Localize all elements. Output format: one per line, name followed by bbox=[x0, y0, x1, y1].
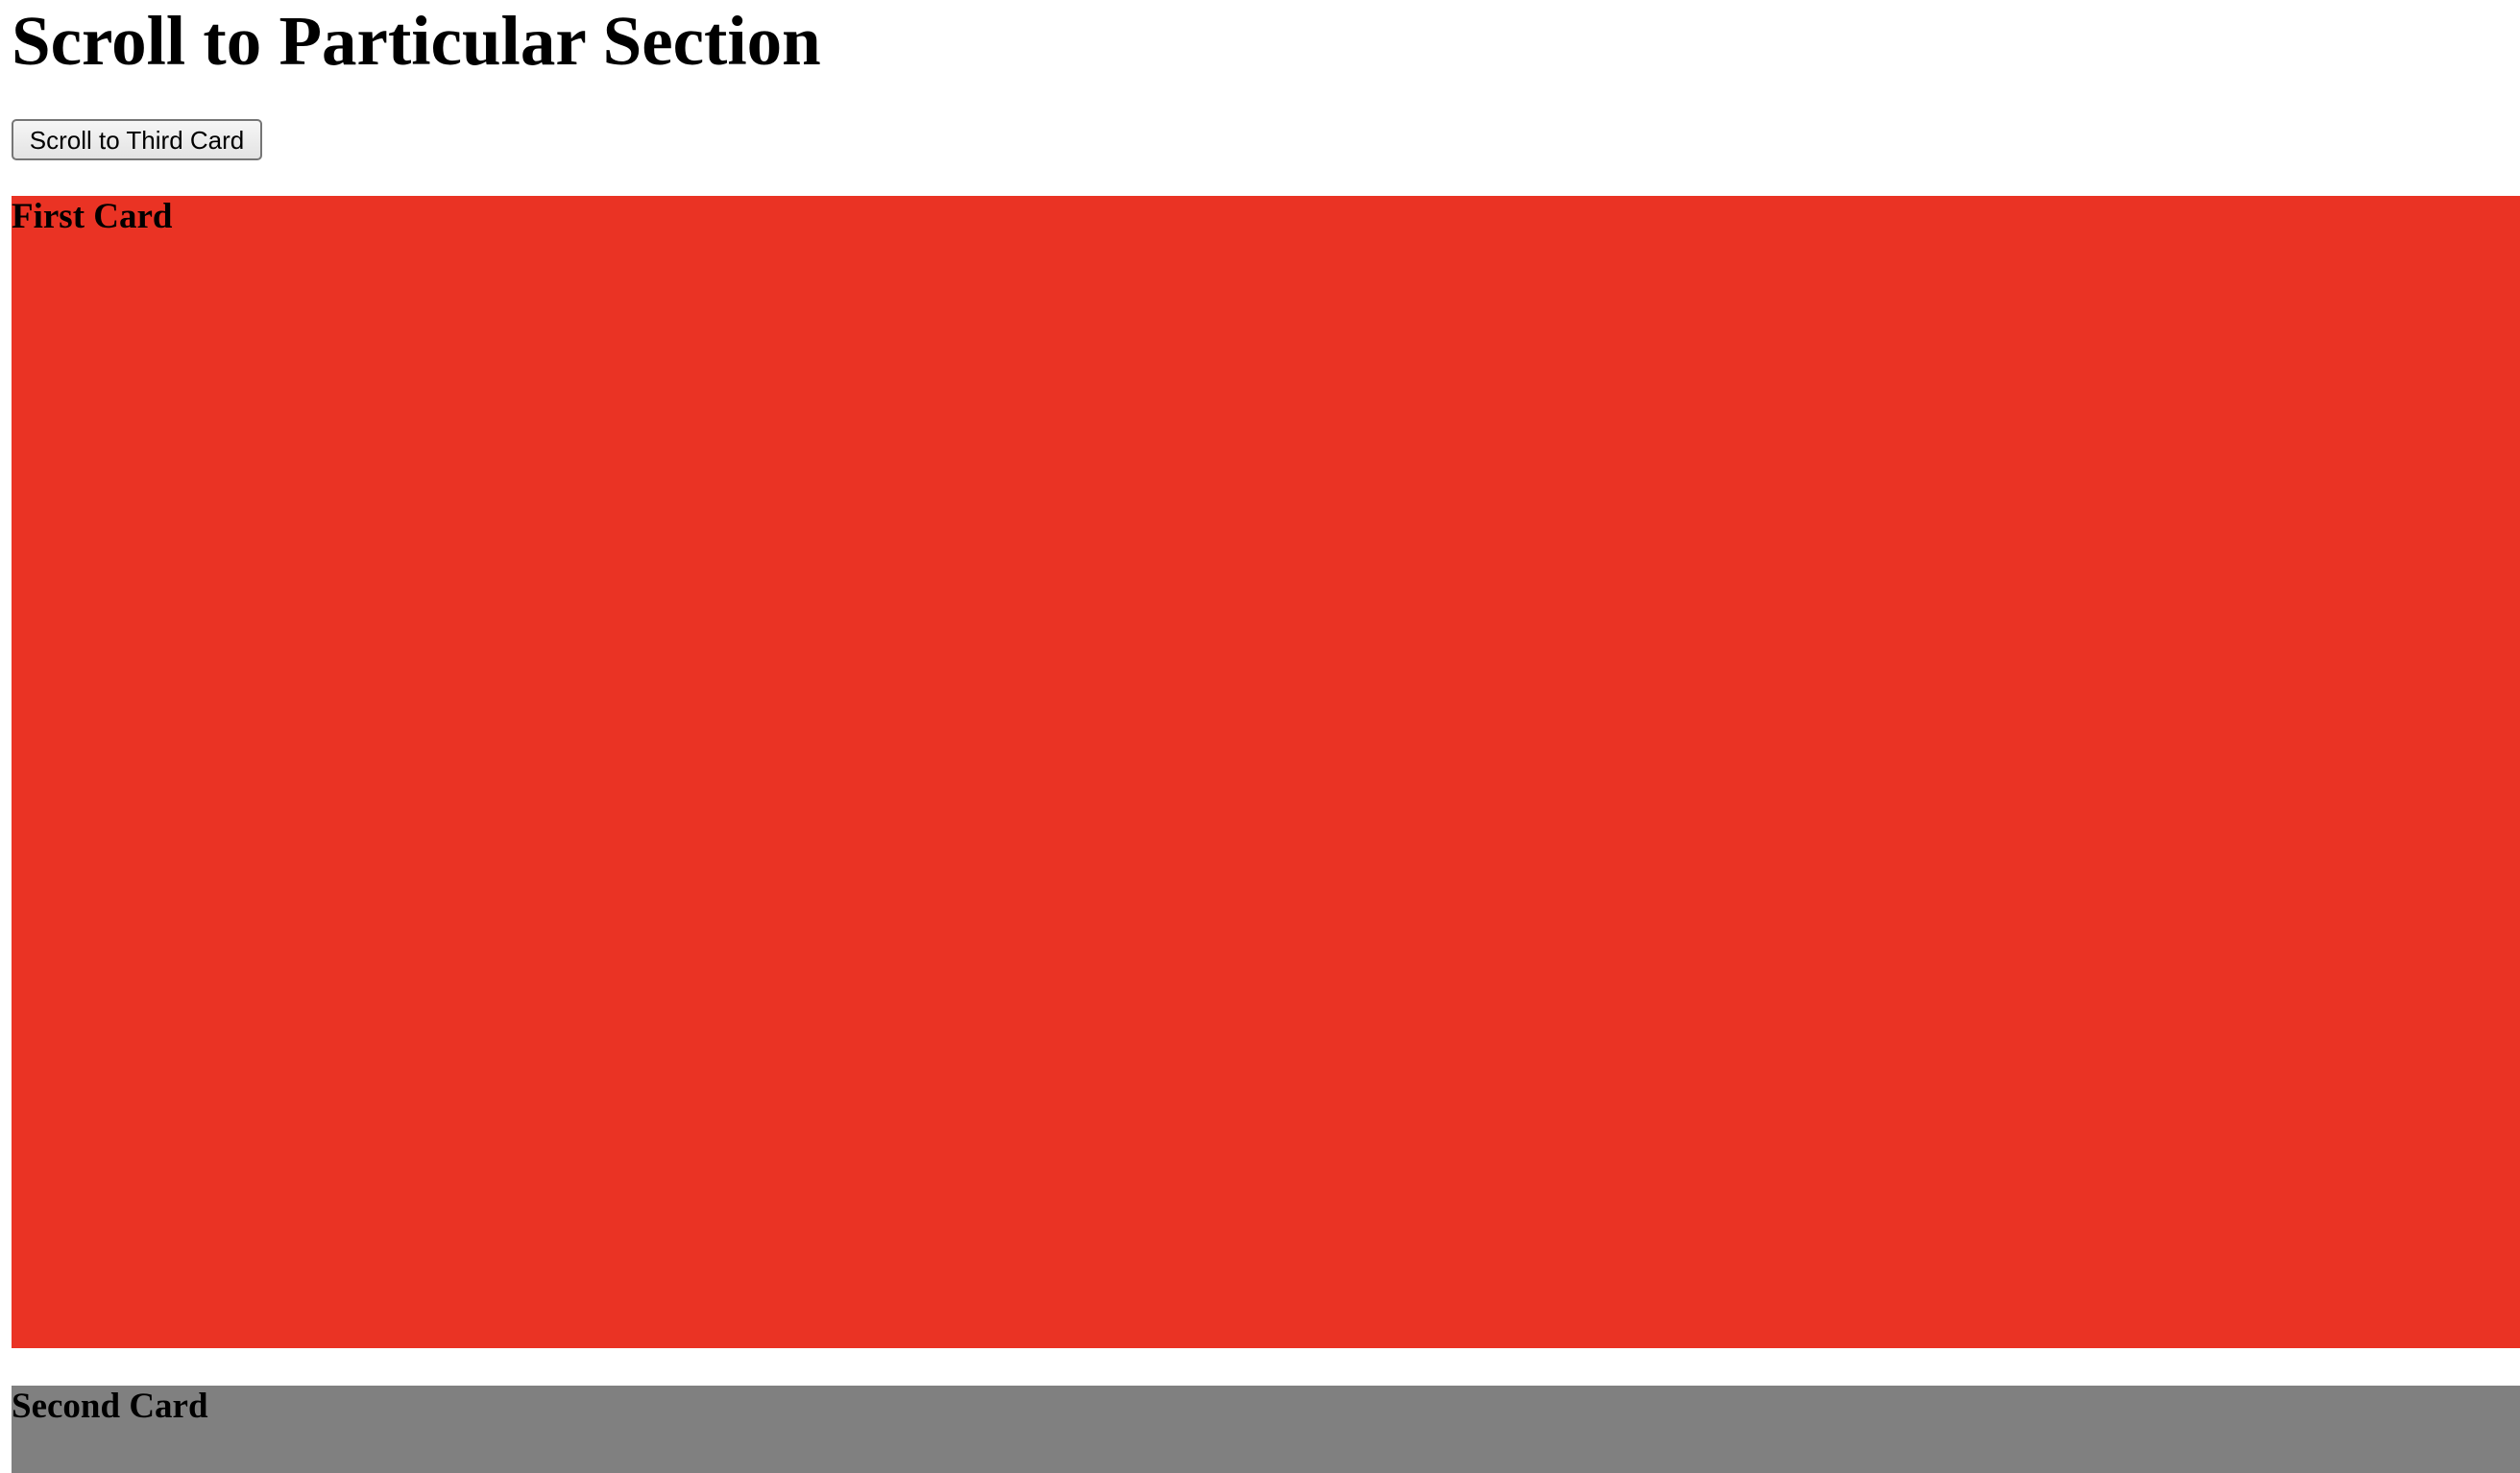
page-title: Scroll to Particular Section bbox=[12, 2, 821, 80]
first-card: First Card bbox=[12, 196, 2520, 1348]
scroll-to-third-card-button[interactable]: Scroll to Third Card bbox=[12, 119, 262, 160]
first-card-title: First Card bbox=[12, 197, 173, 236]
second-card: Second Card bbox=[12, 1386, 2520, 1473]
second-card-title: Second Card bbox=[12, 1387, 208, 1426]
